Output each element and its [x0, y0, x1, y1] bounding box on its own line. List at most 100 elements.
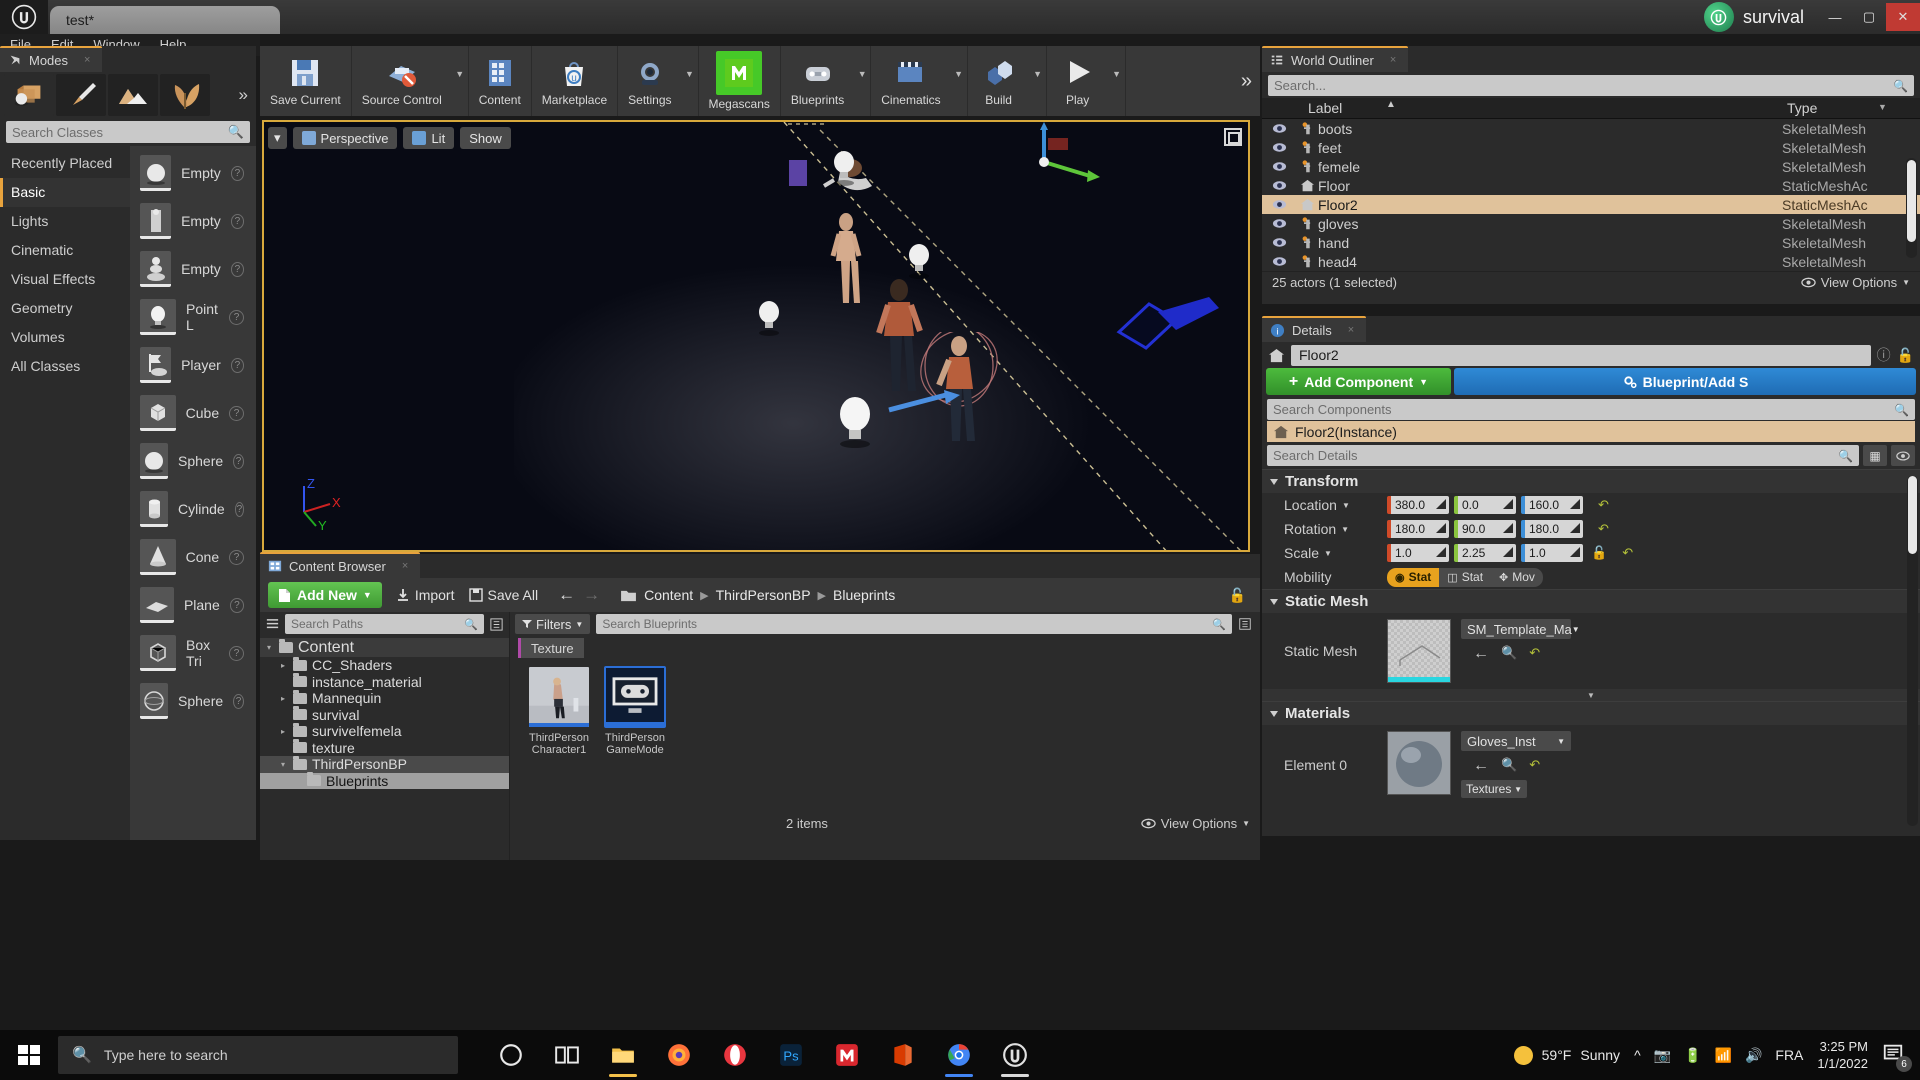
table-row[interactable]: hand SkeletalMesh: [1262, 233, 1920, 252]
close-button[interactable]: ✕: [1886, 3, 1920, 31]
folder-node-0[interactable]: ▾ Content: [260, 638, 509, 657]
location-x-input[interactable]: 380.0: [1387, 496, 1449, 514]
mobility-static-button[interactable]: ◉ Stat: [1387, 567, 1440, 587]
browse-asset-icon[interactable]: 🔍: [1501, 757, 1517, 775]
search-classes-input[interactable]: [12, 124, 228, 140]
paint-mode-icon[interactable]: [56, 74, 106, 116]
placeable-item-8[interactable]: Cone?: [130, 533, 256, 581]
placeable-item-5[interactable]: Cube?: [130, 389, 256, 437]
lock-scale-icon[interactable]: 🔓: [1591, 545, 1607, 561]
wifi-icon[interactable]: 📶: [1715, 1047, 1732, 1064]
table-row[interactable]: femele SkeletalMesh: [1262, 157, 1920, 176]
lock-icon[interactable]: 🔓: [1897, 347, 1914, 364]
help-icon[interactable]: ⓘ: [1877, 345, 1891, 365]
help-icon[interactable]: ?: [233, 693, 244, 709]
category-geometry[interactable]: Geometry: [0, 294, 130, 323]
category-basic[interactable]: Basic: [0, 178, 130, 207]
static-mesh-section-header[interactable]: Static Mesh: [1262, 589, 1920, 613]
scale-x-input[interactable]: 1.0: [1387, 544, 1449, 562]
table-row[interactable]: Floor2 StaticMeshAc: [1262, 195, 1920, 214]
mobility-stationary-button[interactable]: ◫ Stat: [1439, 567, 1492, 587]
content-browser-lock-icon[interactable]: 🔓: [1229, 587, 1252, 604]
table-row[interactable]: head4 SkeletalMesh: [1262, 252, 1920, 271]
folder-node-2[interactable]: instance_material: [260, 673, 509, 691]
search-components-box[interactable]: 🔍: [1267, 399, 1915, 420]
rotation-x-input[interactable]: 180.0: [1387, 520, 1449, 538]
search-details-box[interactable]: 🔍: [1267, 445, 1859, 466]
folder-node-1[interactable]: ▸ CC_Shaders: [260, 656, 509, 674]
back-arrow-icon[interactable]: ←: [558, 585, 575, 605]
category-visual-effects[interactable]: Visual Effects: [0, 265, 130, 294]
category-all-classes[interactable]: All Classes: [0, 352, 130, 381]
toolbar-dropdown-1[interactable]: ▼: [452, 46, 468, 116]
details-scrollbar-thumb[interactable]: [1908, 476, 1917, 554]
visibility-toggle-icon[interactable]: [1262, 237, 1296, 248]
placeable-item-1[interactable]: Empty?: [130, 197, 256, 245]
outliner-scrollbar[interactable]: [1906, 158, 1917, 258]
material-textures-dropdown[interactable]: Textures ▼: [1461, 780, 1527, 798]
toolbar-dropdown-4[interactable]: ▼: [682, 46, 698, 116]
toolbar-marketplace-button[interactable]: u Marketplace: [532, 46, 617, 116]
actor-name-field[interactable]: Floor2: [1291, 344, 1871, 366]
help-icon[interactable]: ?: [229, 549, 244, 565]
level-viewport[interactable]: ▾ Perspective Lit Show Z X Y: [262, 120, 1250, 552]
viewport-point-light-1[interactable]: [829, 147, 859, 187]
scale-z-input[interactable]: 1.0: [1521, 544, 1583, 562]
reset-location-icon[interactable]: ↶: [1598, 497, 1609, 513]
search-assets-input[interactable]: [602, 617, 1213, 631]
location-y-input[interactable]: 0.0: [1454, 496, 1516, 514]
transform-label[interactable]: Location ▼: [1262, 497, 1387, 513]
volume-icon[interactable]: 🔊: [1745, 1047, 1762, 1064]
visibility-toggle-icon[interactable]: [1262, 142, 1296, 153]
world-outliner-tab[interactable]: World Outliner ×: [1262, 46, 1409, 72]
taskbar-taskview[interactable]: [542, 1032, 592, 1078]
table-row[interactable]: Floor StaticMeshAc: [1262, 176, 1920, 195]
component-list-item[interactable]: Floor2(Instance): [1267, 421, 1915, 442]
project-tab[interactable]: test*: [50, 6, 280, 34]
scale-y-input[interactable]: 2.25: [1454, 544, 1516, 562]
asset-item-0[interactable]: ThirdPerson Character1: [528, 666, 590, 756]
taskbar-cortana[interactable]: [486, 1032, 536, 1078]
taskbar-mega[interactable]: [822, 1032, 872, 1078]
help-icon[interactable]: ?: [229, 405, 244, 421]
visibility-toggle-icon[interactable]: [1262, 180, 1296, 191]
toolbar-cinematics-button[interactable]: Cinematics: [871, 46, 950, 116]
forward-arrow-icon[interactable]: →: [583, 585, 600, 605]
folder-node-4[interactable]: survival: [260, 706, 509, 724]
search-components-input[interactable]: [1273, 402, 1895, 417]
static-mesh-expand-bar[interactable]: ▼: [1262, 689, 1920, 701]
viewport-perspective-button[interactable]: Perspective: [292, 127, 398, 149]
taskbar-firefox[interactable]: [654, 1032, 704, 1078]
outliner-scrollbar-thumb[interactable]: [1907, 160, 1916, 242]
help-icon[interactable]: ?: [234, 501, 244, 517]
viewport-point-light-3[interactable]: [754, 297, 784, 337]
outliner-view-options-button[interactable]: View Options ▼: [1801, 275, 1910, 290]
battery-icon[interactable]: 🔋: [1684, 1047, 1701, 1064]
search-paths-input[interactable]: [291, 617, 465, 631]
taskbar-opera[interactable]: [710, 1032, 760, 1078]
asset-item-1[interactable]: ThirdPerson GameMode: [604, 666, 666, 756]
details-tab-close-icon[interactable]: ×: [1348, 324, 1354, 336]
transform-label[interactable]: Scale ▼: [1262, 545, 1387, 561]
taskbar-explorer[interactable]: [598, 1032, 648, 1078]
category-cinematic[interactable]: Cinematic: [0, 236, 130, 265]
placeable-item-7[interactable]: Cylinde?: [130, 485, 256, 533]
viewport-lit-button[interactable]: Lit: [403, 127, 455, 149]
tree-caret-icon[interactable]: ▸: [278, 661, 288, 670]
materials-section-header[interactable]: Materials: [1262, 701, 1920, 725]
category-volumes[interactable]: Volumes: [0, 323, 130, 352]
save-all-button[interactable]: Save All: [468, 587, 538, 603]
breadcrumb-thirdpersonbp[interactable]: ThirdPersonBP: [716, 587, 811, 603]
clock[interactable]: 3:25 PM 1/1/2022: [1817, 1038, 1868, 1072]
viewport-point-light-2[interactable]: [904, 240, 934, 280]
help-icon[interactable]: ?: [229, 645, 244, 661]
content-browser-tab-close-icon[interactable]: ×: [402, 560, 408, 572]
folder-node-8[interactable]: Blueprints: [260, 772, 509, 789]
viewport-move-arrow[interactable]: [884, 390, 964, 420]
mobility-toggle-group[interactable]: ◉ Stat ◫ Stat ✥ Mov: [1387, 567, 1543, 587]
use-selected-asset-icon[interactable]: ←: [1473, 645, 1489, 663]
details-grid-view-button[interactable]: ▦: [1863, 445, 1887, 466]
outliner-tab-close-icon[interactable]: ×: [1390, 54, 1396, 66]
tree-caret-icon[interactable]: ▾: [264, 643, 274, 652]
toolbar-blueprints-button[interactable]: Blueprints: [781, 46, 854, 116]
